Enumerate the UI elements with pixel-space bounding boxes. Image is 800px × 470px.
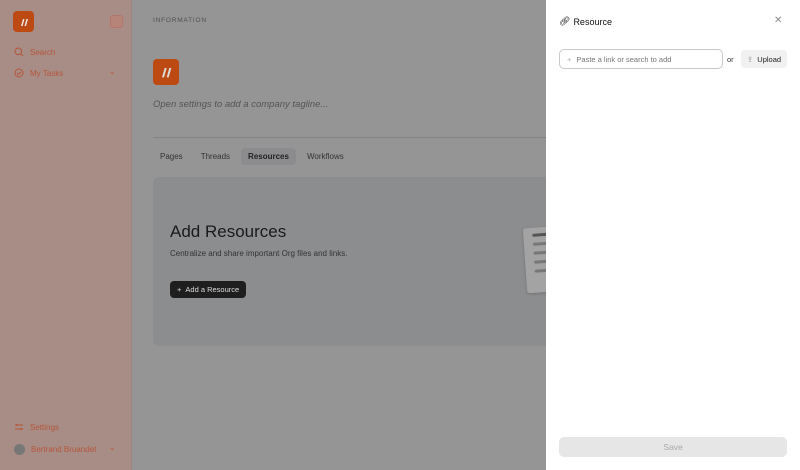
sliders-icon — [15, 424, 23, 430]
close-icon[interactable]: ✕ — [774, 15, 782, 26]
empty-title: Add Resources — [170, 222, 287, 241]
sidebar-item-my-tasks[interactable]: My Tasks — [14, 68, 63, 78]
resource-search[interactable]: + — [559, 49, 723, 69]
upload-button[interactable]: ⇪ Upload — [741, 50, 788, 68]
panel-title-text: Resource — [573, 16, 612, 27]
link-icon: 🔗︎ — [559, 16, 571, 26]
main-content: INFORMATION Open settings to add a compa… — [133, 0, 553, 470]
search-icon — [14, 47, 24, 57]
tab-pages[interactable]: Pages — [153, 148, 190, 165]
resource-panel: 🔗︎Resource ✕ + or ⇪Upload Save — [546, 0, 800, 470]
company-logo — [153, 59, 179, 85]
user-name: Bertrand Bruandet — [31, 445, 97, 454]
settings-label: Settings — [30, 422, 59, 432]
divider — [153, 137, 546, 138]
empty-description: Centralize and share important Org files… — [170, 249, 348, 258]
tab-resources[interactable]: Resources — [241, 148, 296, 165]
sidebar-toggle-icon[interactable] — [110, 15, 123, 28]
add-resource-button[interactable]: + Add a Resource — [170, 281, 247, 298]
or-label: or — [727, 55, 734, 64]
chevron-down-icon[interactable]: ⌄ — [109, 443, 116, 452]
plus-icon: + — [567, 54, 572, 64]
company-tagline[interactable]: Open settings to add a company tagline..… — [153, 99, 328, 110]
user-menu[interactable]: Bertrand Bruandet — [14, 444, 96, 455]
upload-icon: ⇪ — [747, 54, 754, 64]
resource-search-input[interactable] — [576, 54, 707, 64]
tab-threads[interactable]: Threads — [194, 148, 237, 165]
plus-icon: + — [177, 285, 182, 294]
tabs: Pages Threads Resources Workflows — [153, 148, 351, 165]
section-label: INFORMATION — [153, 17, 207, 24]
save-button[interactable]: Save — [559, 437, 787, 457]
chevron-down-icon[interactable]: ⌄ — [109, 67, 116, 76]
sidebar-item-search[interactable]: Search — [14, 47, 55, 57]
sidebar: Search My Tasks ⌄ Settings Bertrand Brua… — [0, 0, 132, 470]
app-logo[interactable] — [13, 11, 34, 32]
tab-workflows[interactable]: Workflows — [300, 148, 351, 165]
sidebar-item-label: My Tasks — [30, 68, 64, 78]
check-circle-icon — [14, 68, 24, 78]
sidebar-item-label: Search — [30, 47, 56, 57]
avatar — [14, 444, 25, 455]
button-label: Add a Resource — [185, 285, 240, 294]
upload-label: Upload — [757, 54, 782, 64]
empty-state-card: Add Resources Centralize and share impor… — [153, 177, 553, 346]
sidebar-item-settings[interactable]: Settings — [14, 422, 59, 432]
panel-title: 🔗︎ Resource — [559, 16, 612, 27]
